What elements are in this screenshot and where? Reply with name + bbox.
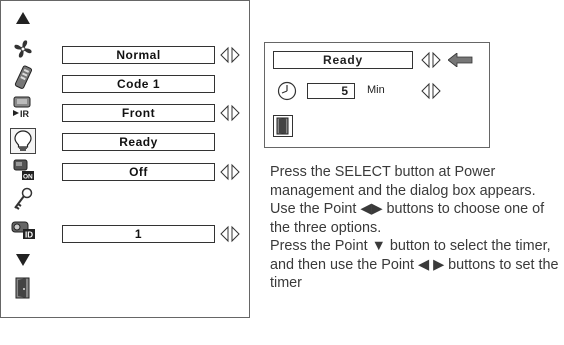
left-right-arrows-icon[interactable] xyxy=(420,82,444,100)
ir-receiver-icon[interactable]: IR xyxy=(10,94,36,120)
left-right-arrows-icon[interactable] xyxy=(219,225,241,243)
settings-menu-panel: IR ON ID Normal Code 1 Front Ready Off 1 xyxy=(0,0,250,318)
power-on-icon[interactable]: ON xyxy=(10,156,36,182)
lightbulb-icon[interactable] xyxy=(10,128,36,154)
power-management-dialog: Ready 5 Min xyxy=(264,42,490,148)
clock-icon xyxy=(277,81,297,101)
power-mode-field[interactable]: Ready xyxy=(273,51,413,69)
fan-icon[interactable] xyxy=(10,36,36,62)
projector-id-icon[interactable]: ID xyxy=(10,216,36,242)
instruction-paragraph: Press the SELECT button at Power managem… xyxy=(270,164,545,236)
timer-unit-label: Min xyxy=(367,84,385,96)
exit-door-icon[interactable] xyxy=(273,115,293,137)
power-management-field[interactable]: Ready xyxy=(62,133,215,151)
down-arrow-icon[interactable] xyxy=(10,247,36,273)
left-right-arrows-icon[interactable] xyxy=(219,104,241,122)
fan-mode-field[interactable]: Normal xyxy=(62,46,215,64)
ceiling-field[interactable]: Front xyxy=(62,104,215,122)
timer-field[interactable]: 5 xyxy=(307,83,355,99)
on-start-field[interactable]: Off xyxy=(62,163,215,181)
remote-code-field[interactable]: Code 1 xyxy=(62,75,215,93)
exit-door-icon[interactable] xyxy=(10,275,36,301)
key-icon[interactable] xyxy=(10,186,36,212)
up-arrow-icon[interactable] xyxy=(10,5,36,31)
projector-id-field[interactable]: 1 xyxy=(62,225,215,243)
pointer-arrow-icon xyxy=(447,52,474,68)
svg-text:ID: ID xyxy=(25,231,33,240)
svg-text:ON: ON xyxy=(23,174,33,181)
left-right-arrows-icon[interactable] xyxy=(420,51,444,69)
svg-text:IR: IR xyxy=(20,109,30,119)
instruction-paragraph: Press the Point ▼ button to select the t… xyxy=(270,238,559,291)
left-right-arrows-icon[interactable] xyxy=(219,46,241,64)
remote-control-icon[interactable] xyxy=(10,64,36,90)
left-right-arrows-icon[interactable] xyxy=(219,163,241,181)
instructions-text: Press the SELECT button at Power managem… xyxy=(270,163,564,293)
